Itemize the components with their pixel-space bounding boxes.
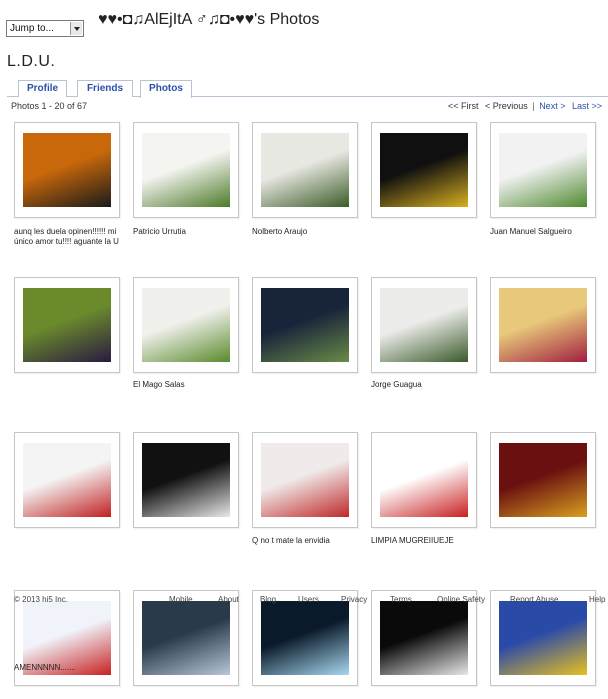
footer-link-users[interactable]: Users: [298, 595, 319, 604]
photo-image[interactable]: [499, 443, 587, 517]
photo-caption: AMENNNNN.......: [14, 663, 76, 672]
pager-separator: |: [532, 101, 535, 111]
photo-thumbnail[interactable]: [371, 432, 477, 528]
footer-copyright: © 2013 hi5 Inc.: [14, 595, 68, 604]
photo-image[interactable]: [261, 133, 349, 207]
photo-image[interactable]: [380, 133, 468, 207]
photo-image[interactable]: [23, 133, 111, 207]
photo-thumbnail[interactable]: [490, 122, 596, 218]
jump-to-label: Jump to...: [10, 23, 54, 34]
photo-image[interactable]: [142, 133, 230, 207]
pager-next[interactable]: Next >: [539, 101, 565, 111]
footer-link-blog[interactable]: Blog: [260, 595, 276, 604]
photo-caption: Jorge Guagua: [371, 380, 422, 389]
profile-tabs: Profile Friends Photos: [7, 80, 608, 98]
footer-link-report-abuse[interactable]: Report Abuse: [510, 595, 558, 604]
photo-caption: Juan Manuel Salgueiro: [490, 227, 572, 236]
photo-image[interactable]: [499, 601, 587, 675]
photo-thumbnail[interactable]: [14, 432, 120, 528]
footer-link-mobile[interactable]: Mobile: [169, 595, 193, 604]
photo-image[interactable]: [261, 443, 349, 517]
photo-caption: Nolberto Araujo: [252, 227, 308, 236]
footer-link-privacy[interactable]: Privacy: [341, 595, 367, 604]
profile-name: L.D.U.: [7, 53, 56, 70]
photo-caption: aunq les duela opinen!!!!!! mi único amo…: [14, 227, 119, 246]
chevron-down-icon[interactable]: [70, 22, 82, 35]
footer-link-online-safety[interactable]: Online Safety: [437, 595, 485, 604]
photo-image[interactable]: [142, 443, 230, 517]
photo-image[interactable]: [261, 288, 349, 362]
photo-thumbnail[interactable]: [14, 277, 120, 373]
tab-friends[interactable]: Friends: [77, 80, 133, 97]
photo-caption: Patricio Urrutia: [133, 227, 186, 236]
pagination: << First < Previous | Next > Last >>: [448, 101, 602, 111]
photo-image[interactable]: [142, 288, 230, 362]
photo-image[interactable]: [23, 443, 111, 517]
photo-thumbnail[interactable]: [490, 432, 596, 528]
photo-image[interactable]: [142, 601, 230, 675]
photo-thumbnail[interactable]: [14, 122, 120, 218]
photo-caption: Q no t mate la envidia: [252, 536, 330, 545]
photo-thumbnail[interactable]: [490, 277, 596, 373]
jump-to-select[interactable]: Jump to...: [6, 20, 84, 37]
footer: © 2013 hi5 Inc. Mobile About Blog Users …: [0, 592, 608, 608]
pager-first: << First: [448, 101, 479, 111]
photo-thumbnail[interactable]: [371, 122, 477, 218]
photo-thumbnail[interactable]: [133, 432, 239, 528]
photo-thumbnail[interactable]: [371, 277, 477, 373]
photo-thumbnail[interactable]: [252, 277, 358, 373]
page-title: ♥♥•◘♫AlEjItA ♂♫◘•♥♥'s Photos: [98, 11, 320, 28]
photo-image[interactable]: [380, 443, 468, 517]
footer-link-terms[interactable]: Terms: [390, 595, 412, 604]
photo-thumbnail[interactable]: [252, 432, 358, 528]
photo-thumbnail[interactable]: [133, 122, 239, 218]
tab-photos[interactable]: Photos: [140, 80, 192, 98]
photo-image[interactable]: [261, 601, 349, 675]
photo-thumbnail[interactable]: [252, 122, 358, 218]
photo-caption: LIMPIA MUGREIIUEJE: [371, 536, 454, 545]
photo-image[interactable]: [380, 601, 468, 675]
photo-image[interactable]: [499, 288, 587, 362]
photo-thumbnail[interactable]: [133, 277, 239, 373]
photo-image[interactable]: [499, 133, 587, 207]
photo-image[interactable]: [380, 288, 468, 362]
photo-image[interactable]: [23, 288, 111, 362]
pager-last[interactable]: Last >>: [572, 101, 602, 111]
pager-previous: < Previous: [485, 101, 528, 111]
footer-link-about[interactable]: About: [218, 595, 239, 604]
photo-count: Photos 1 - 20 of 67: [11, 101, 88, 111]
photo-caption: El Mago Salas: [133, 380, 185, 389]
tab-profile[interactable]: Profile: [18, 80, 67, 97]
footer-link-help[interactable]: Help: [589, 595, 605, 604]
